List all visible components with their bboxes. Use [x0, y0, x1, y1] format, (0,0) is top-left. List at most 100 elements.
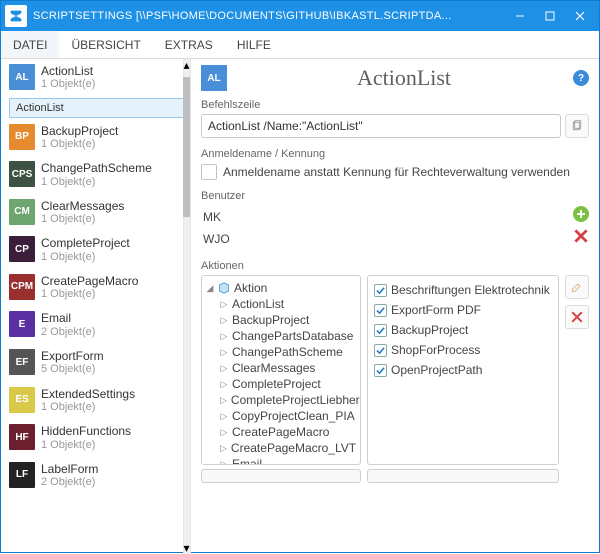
selected-action-label: ShopForProcess — [391, 343, 480, 357]
action-checkbox[interactable] — [374, 344, 387, 357]
help-icon[interactable]: ? — [573, 70, 589, 86]
tree-item[interactable]: ▷ChangePathScheme — [206, 344, 356, 360]
plus-icon — [576, 209, 586, 219]
main-panel: AL ActionList ? Befehlszeile Anmeldename… — [191, 59, 599, 554]
expand-icon[interactable]: ▷ — [220, 411, 228, 422]
expand-icon[interactable]: ▷ — [220, 379, 228, 390]
collapse-icon[interactable]: ◢ — [206, 283, 214, 294]
menu-extras[interactable]: EXTRAS — [153, 31, 225, 58]
action-checkbox[interactable] — [374, 364, 387, 377]
tree-item[interactable]: ▷CompleteProject — [206, 376, 356, 392]
tree-item[interactable]: ▷ ChangePartsDatabase — [206, 328, 356, 344]
close-button[interactable] — [565, 1, 595, 31]
edit-action-button[interactable] — [565, 275, 589, 299]
scroll-up-icon[interactable]: ▴ — [183, 59, 190, 71]
maximize-button[interactable] — [535, 1, 565, 31]
tree-item[interactable]: ▷ BackupProject — [206, 312, 356, 328]
selected-action-label: OpenProjectPath — [391, 363, 482, 377]
tree-item-label: BackupProject — [232, 313, 309, 327]
expand-icon[interactable]: ▷ — [220, 299, 228, 310]
sidebar-item[interactable]: ALActionList1 Objekt(e) — [1, 59, 190, 97]
menu-hilfe[interactable]: HILFE — [225, 31, 283, 58]
anmelde-checkbox-label: Anmeldename anstatt Kennung für Rechteve… — [223, 165, 570, 179]
check-icon — [376, 366, 385, 375]
sidebar-item-name: CompleteProject — [41, 236, 130, 250]
sidebar-badge: CP — [9, 236, 35, 262]
sidebar-item[interactable]: EFExportForm5 Objekt(e) — [1, 344, 190, 382]
sidebar: ▴ ▾ ALActionList1 Objekt(e)ActionListBPB… — [1, 59, 191, 554]
scroll-down-icon[interactable]: ▾ — [183, 542, 190, 554]
tree-item[interactable]: ▷CopyProjectClean_PIA — [206, 408, 356, 424]
tree-item-label: ChangePartsDatabase — [232, 329, 353, 343]
aktionen-selected-list[interactable]: Beschriftungen Elektrotechnik ExportForm … — [367, 275, 559, 465]
sidebar-item-name: ActionList — [41, 64, 95, 78]
sidebar-item[interactable]: CP CompleteProject1 Objekt(e) — [1, 231, 190, 269]
selected-action-item[interactable]: OpenProjectPath — [372, 360, 554, 380]
delete-action-button[interactable] — [565, 305, 589, 329]
sidebar-item-count: 5 Objekt(e) — [41, 363, 104, 376]
sidebar-item-count: 1 Objekt(e) — [41, 176, 152, 189]
sidebar-item[interactable]: BPBackupProject1 Objekt(e) — [1, 119, 190, 157]
selected-action-item[interactable]: ShopForProcess — [372, 340, 554, 360]
tree-item[interactable]: ▷ CreatePageMacro — [206, 424, 356, 440]
sidebar-item-count: 1 Objekt(e) — [41, 251, 130, 264]
menu-datei[interactable]: DATEI — [1, 31, 59, 58]
remove-user-button[interactable] — [573, 228, 589, 244]
action-checkbox[interactable] — [374, 304, 387, 317]
sidebar-item[interactable]: ESExtendedSettings1 Objekt(e) — [1, 382, 190, 420]
x-icon — [571, 311, 583, 323]
sidebar-badge: CPS — [9, 161, 35, 187]
scroll-thumb[interactable] — [183, 77, 190, 217]
pencil-icon — [571, 281, 583, 293]
tree-item[interactable]: ▷CompleteProjectLiebherr — [206, 392, 356, 408]
expand-icon[interactable]: ▷ — [220, 363, 228, 374]
sidebar-item[interactable]: CMClearMessages1 Objekt(e) — [1, 194, 190, 232]
tree-root[interactable]: ◢Aktion — [206, 280, 356, 296]
action-checkbox[interactable] — [374, 284, 387, 297]
aktionen-tree[interactable]: ◢Aktion▷ActionList▷BackupProject▷ChangeP… — [201, 275, 361, 465]
expand-icon[interactable]: ▷ — [220, 459, 228, 466]
anmelde-label: Anmeldename / Kennung — [201, 148, 589, 160]
sidebar-item[interactable]: LFLabelForm2 Objekt(e) — [1, 457, 190, 495]
tree-item[interactable]: ▷Email — [206, 456, 356, 465]
expand-icon[interactable]: ▷ — [220, 427, 228, 438]
tree-item[interactable]: ▷ActionList — [206, 296, 356, 312]
sidebar-item-name: ChangePathScheme — [41, 161, 152, 175]
sidebar-subitem-selected[interactable]: ActionList — [9, 98, 184, 118]
selected-action-label: Beschriftungen Elektrotechnik — [391, 283, 550, 297]
tree-item[interactable]: ▷CreatePageMacro_LVT — [206, 440, 356, 456]
expand-icon[interactable]: ▷ — [220, 395, 227, 406]
tree-item[interactable]: ▷ClearMessages — [206, 360, 356, 376]
sidebar-item[interactable]: EEmail2 Objekt(e) — [1, 306, 190, 344]
benutzer-row[interactable]: WJO — [201, 228, 563, 250]
sidebar-item-count: 1 Objekt(e) — [41, 439, 131, 452]
minimize-button[interactable] — [505, 1, 535, 31]
expand-icon[interactable]: ▷ — [220, 443, 227, 454]
sidebar-item[interactable]: CPS ChangePathScheme1 Objekt(e) — [1, 156, 190, 194]
sidebar-item-count: 2 Objekt(e) — [41, 326, 95, 339]
befehlszeile-input[interactable] — [201, 114, 561, 138]
tree-item-label: CreatePageMacro — [232, 425, 329, 439]
add-user-button[interactable] — [573, 206, 589, 222]
expand-icon[interactable]: ▷ — [220, 331, 228, 342]
anmelde-checkbox[interactable] — [201, 164, 217, 180]
sidebar-item[interactable]: CPMCreatePageMacro1 Objekt(e) — [1, 269, 190, 307]
selected-action-item[interactable]: Beschriftungen Elektrotechnik — [372, 280, 554, 300]
titlebar: SCRIPTSETTINGS [\\PSF\HOME\DOCUMENTS\GIT… — [1, 1, 599, 31]
benutzer-row[interactable]: MK — [201, 206, 563, 228]
sidebar-badge: ES — [9, 387, 35, 413]
tree-item-label: CompleteProjectLiebherr — [231, 393, 361, 407]
sidebar-item-name: CreatePageMacro — [41, 274, 138, 288]
expand-icon[interactable]: ▷ — [220, 347, 228, 358]
sidebar-item-count: 1 Objekt(e) — [41, 213, 124, 226]
sidebar-item[interactable]: HFHiddenFunctions1 Objekt(e) — [1, 419, 190, 457]
copy-button[interactable] — [565, 114, 589, 138]
menu-uebersicht[interactable]: ÜBERSICHT — [59, 31, 152, 58]
scrollbar[interactable]: ▴ ▾ — [183, 59, 190, 554]
action-checkbox[interactable] — [374, 324, 387, 337]
selected-action-label: BackupProject — [391, 323, 468, 337]
selected-action-item[interactable]: BackupProject — [372, 320, 554, 340]
selected-action-item[interactable]: ExportForm PDF — [372, 300, 554, 320]
sidebar-item-name: BackupProject — [41, 124, 118, 138]
expand-icon[interactable]: ▷ — [220, 315, 228, 326]
